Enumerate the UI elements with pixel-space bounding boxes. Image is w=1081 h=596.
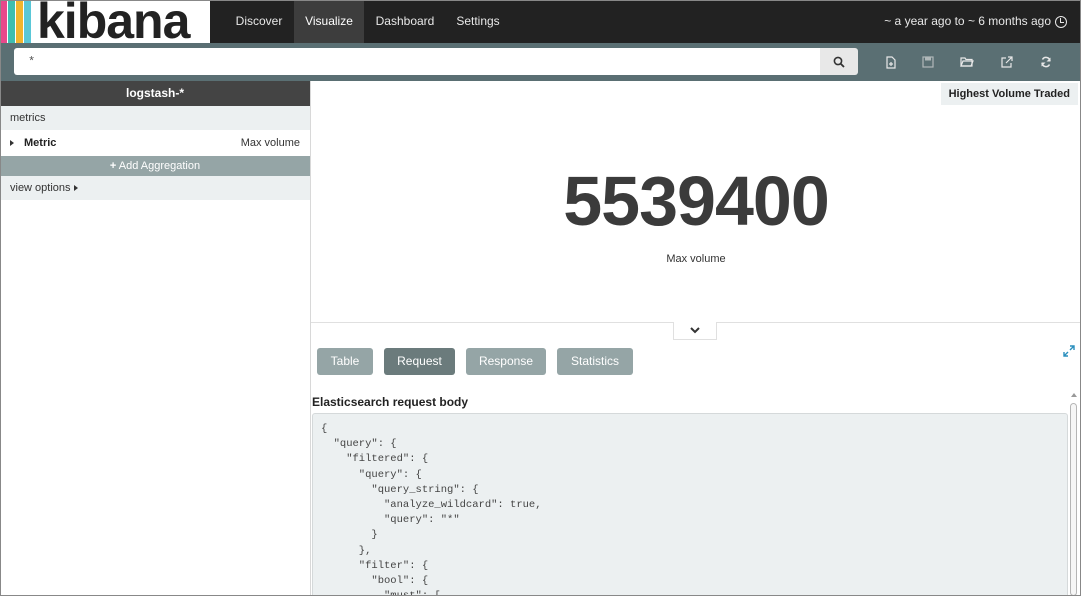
nav-tab-discover[interactable]: Discover xyxy=(224,0,294,43)
refresh-button[interactable] xyxy=(1036,52,1056,72)
spy-collapse-toggle[interactable] xyxy=(673,322,717,340)
share-icon xyxy=(1001,56,1013,68)
logo-text: kibana xyxy=(37,0,190,43)
sidebar: logstash-* metrics Metric Max volume + A… xyxy=(0,81,311,596)
caret-right-icon xyxy=(10,140,14,146)
search-icon xyxy=(833,56,845,68)
metric-label: Metric xyxy=(24,137,57,149)
logo-stripe xyxy=(8,0,15,43)
caret-right-icon xyxy=(73,185,78,191)
scroll-up-arrow-icon[interactable] xyxy=(1071,393,1077,397)
logo-stripes xyxy=(0,0,38,43)
open-button[interactable] xyxy=(957,52,977,72)
top-navbar: kibana Discover Visualize Dashboard Sett… xyxy=(0,0,1081,43)
share-button[interactable] xyxy=(997,52,1017,72)
metrics-section-header: metrics xyxy=(0,106,310,130)
expand-icon xyxy=(1063,345,1075,357)
metric-value-label: Max volume xyxy=(666,253,726,265)
expand-button[interactable] xyxy=(1063,344,1075,357)
plus-icon: + xyxy=(109,160,117,172)
view-options-toggle[interactable]: view options xyxy=(0,176,310,200)
save-button[interactable] xyxy=(918,52,938,72)
search-button[interactable] xyxy=(820,48,858,75)
nav-tab-dashboard[interactable]: Dashboard xyxy=(364,0,446,43)
spy-tab-table[interactable]: Table xyxy=(317,348,373,375)
add-aggregation-label: Add Aggregation xyxy=(118,160,201,172)
metric-value: 5539400 xyxy=(563,162,830,240)
visualization-title: Highest Volume Traded xyxy=(940,83,1078,105)
index-pattern-title: logstash-* xyxy=(0,81,310,106)
open-folder-icon xyxy=(960,57,974,67)
code-scrollbar[interactable] xyxy=(1068,393,1079,596)
metric-aggregation-row[interactable]: Metric Max volume xyxy=(0,130,310,156)
refresh-icon xyxy=(1041,56,1051,68)
kibana-logo[interactable]: kibana xyxy=(0,0,210,43)
visualization-area: Highest Volume Traded 5539400 Max volume… xyxy=(311,81,1081,596)
new-visualization-icon xyxy=(886,55,896,69)
spy-tab-response[interactable]: Response xyxy=(466,348,546,375)
logo-stripe xyxy=(0,0,7,43)
metric-description: Max volume xyxy=(240,137,300,149)
spy-tab-request[interactable]: Request xyxy=(384,348,455,375)
chevron-down-icon xyxy=(690,327,700,334)
request-body-code: { "query": { "filtered": { "query": { "q… xyxy=(312,413,1068,596)
logo-stripe xyxy=(24,0,31,43)
save-icon xyxy=(922,56,934,68)
logo-stripe xyxy=(16,0,23,43)
clock-icon xyxy=(1055,15,1067,28)
request-body-title: Elasticsearch request body xyxy=(312,395,469,409)
nav-tab-visualize[interactable]: Visualize xyxy=(294,0,364,43)
view-options-label: view options xyxy=(10,182,71,194)
time-picker[interactable]: ~ a year ago to ~ 6 months ago xyxy=(884,0,1067,43)
search-bar xyxy=(0,43,1081,81)
time-range-text: ~ a year ago to ~ 6 months ago xyxy=(884,14,1051,28)
new-visualization-button[interactable] xyxy=(881,52,901,72)
search-input[interactable] xyxy=(14,48,820,75)
add-aggregation-button[interactable]: + Add Aggregation xyxy=(0,156,310,176)
spy-tab-statistics[interactable]: Statistics xyxy=(557,348,633,375)
scroll-thumb[interactable] xyxy=(1070,403,1077,596)
nav-tab-settings[interactable]: Settings xyxy=(446,0,510,43)
request-json: { "query": { "filtered": { "query": { "q… xyxy=(321,423,542,595)
